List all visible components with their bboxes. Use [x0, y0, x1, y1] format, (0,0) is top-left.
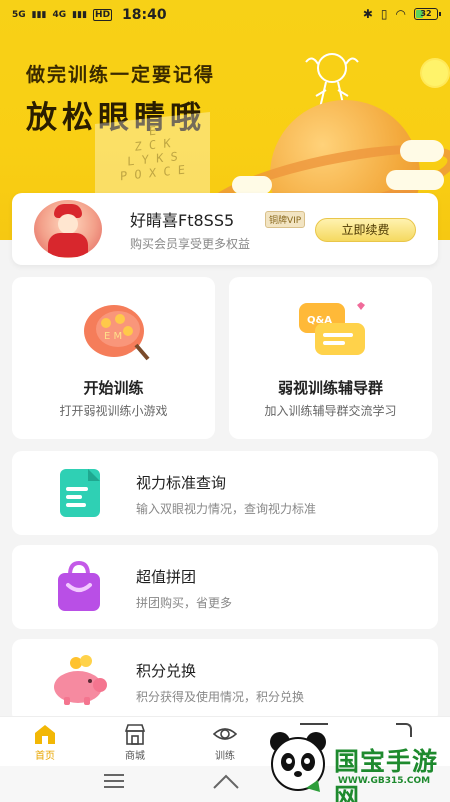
home-icon	[35, 725, 55, 744]
feature-title: 开始训练	[83, 379, 144, 397]
tab-store[interactable]: 商城	[100, 717, 170, 767]
signal-icon: ▮▮▮	[72, 10, 88, 20]
eye-icon	[213, 728, 237, 740]
cloud-decoration	[386, 170, 444, 190]
vip-badge: 铜牌VIP	[265, 211, 306, 228]
start-training-card[interactable]: E M 开始训练 打开弱视训练小游戏	[12, 277, 215, 439]
tab-label: 首页	[35, 751, 55, 762]
points-exchange-item[interactable]: 积分兑换 积分获得及使用情况，积分兑换	[12, 639, 438, 723]
bluetooth-icon: ✱	[362, 7, 373, 21]
list-item-description: 拼团购买，省更多	[136, 596, 233, 610]
hero-subtitle: 做完训练一定要记得	[26, 64, 216, 86]
tab-home[interactable]: 首页	[10, 717, 80, 767]
shopping-bag-icon	[58, 560, 100, 611]
avatar[interactable]	[34, 200, 102, 258]
status-time: 18:40	[122, 7, 167, 23]
palette-icon: E M	[84, 305, 150, 361]
chat-bubbles-icon: Q&A	[299, 302, 365, 355]
tab-label: 商城	[125, 751, 145, 762]
moon-decoration	[422, 60, 448, 86]
signal-5g-label: 5G	[12, 10, 26, 20]
list-item-description: 积分获得及使用情况，积分兑换	[136, 690, 305, 704]
store-icon	[124, 724, 146, 745]
cloud-decoration	[400, 140, 444, 162]
renew-button[interactable]: 立即续费	[315, 218, 416, 242]
tab-label: 训练	[215, 751, 235, 762]
feature-description: 加入训练辅导群交流学习	[264, 404, 397, 418]
signal-icon: ▮▮▮	[31, 10, 47, 20]
username: 好睛喜Ft8SS5	[130, 211, 235, 230]
document-icon	[60, 469, 100, 517]
list-item-title: 超值拼团	[136, 568, 197, 586]
wifi-icon: ◠	[395, 7, 406, 21]
member-card[interactable]: 好睛喜Ft8SS5 铜牌VIP 购买会员享受更多权益 立即续费	[12, 193, 438, 265]
watermark-logo: 国宝手游网 WWW.GB315.COM	[262, 722, 450, 802]
group-buy-item[interactable]: 超值拼团 拼团购买，省更多	[12, 545, 438, 629]
feature-description: 打开弱视训练小游戏	[59, 404, 168, 418]
vision-standard-query-item[interactable]: 视力标准查询 输入双眼视力情况，查询视力标准	[12, 451, 438, 535]
signal-4g-label: 4G	[52, 10, 67, 20]
vibrate-icon: ▯	[380, 7, 388, 21]
status-bar: 5G ▮▮▮ 4G ▮▮▮ HD 18:40 ✱ ▯ ◠ 32	[0, 0, 450, 30]
training-group-card[interactable]: Q&A 弱视训练辅导群 加入训练辅导群交流学习	[229, 277, 432, 439]
tab-training[interactable]: 训练	[190, 717, 260, 767]
home-nav-icon[interactable]	[212, 772, 240, 790]
svg-text:E M: E M	[104, 331, 122, 342]
list-item-title: 视力标准查询	[136, 474, 227, 492]
member-description: 购买会员享受更多权益	[130, 237, 251, 251]
watermark-url: WWW.GB315.COM	[338, 776, 431, 786]
battery-level: 32	[420, 9, 432, 18]
hd-badge: HD	[93, 9, 113, 21]
panda-icon	[270, 732, 326, 792]
piggy-bank-icon	[54, 655, 107, 705]
list-item-description: 输入双眼视力情况，查询视力标准	[136, 502, 317, 516]
menu-icon[interactable]	[104, 774, 124, 788]
list-item-title: 积分兑换	[136, 662, 197, 680]
battery-icon: 32	[414, 8, 441, 20]
watermark-text: 国宝手游网	[334, 747, 439, 802]
cloud-decoration	[232, 176, 272, 194]
feature-title: 弱视训练辅导群	[277, 379, 383, 397]
